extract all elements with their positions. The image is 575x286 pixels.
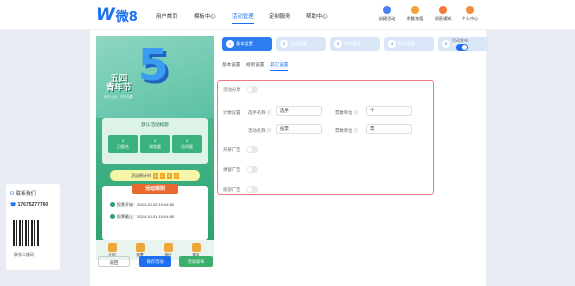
step-label: 基本设置 [236, 41, 253, 46]
signup-icon [191, 243, 201, 252]
step-signup[interactable]: 4 报名设置 [384, 37, 434, 51]
create-activity-button[interactable]: 创建活动 [374, 6, 400, 22]
countdown-minutes: 0 [167, 172, 172, 179]
preview-screen: 5 五四 青年节 永不止步，不负青春 默认活动标题 0 已报名 0 浏览量 0 访问量… [96, 36, 214, 240]
countdown-label: 活动倒计时 [131, 172, 151, 178]
festival-title: 五四 青年节 [106, 73, 132, 92]
activity-card: 默认活动标题 0 已报名 0 浏览量 0 访问量 [102, 118, 208, 164]
other-settings-highlight [217, 80, 434, 195]
festival-subtitle: 永不止步，不负青春 [104, 95, 133, 99]
notifications-label: 消息通知 [434, 16, 452, 21]
step-basic[interactable]: 1 基本设置 [222, 37, 272, 51]
phone-preview: 5 五四 青年节 永不止步，不负青春 默认活动标题 0 已报名 0 浏览量 0 访问量… [96, 36, 214, 272]
countdown-days: 0 [153, 172, 158, 179]
tab-rule-settings[interactable]: 规则设置 [246, 62, 264, 68]
vote-unit-label: 票数单位 ⓘ [335, 110, 359, 115]
user-icon [466, 6, 474, 14]
stat-views: 0 浏览量 [140, 135, 170, 153]
vote-end: 投票截止：2024-10-31 10:04:50 [110, 214, 174, 220]
countdown-pill: 活动倒计时 0 0 0 0 [110, 170, 200, 181]
bell-icon [439, 6, 447, 14]
brand-logo[interactable]: W 微8 [96, 5, 138, 25]
player-name-input[interactable]: 选手 [276, 106, 322, 116]
vote-end-text: 投票截止：2024-10-31 10:04:50 [117, 214, 175, 219]
user-center-button[interactable]: 个人中心 [457, 6, 483, 22]
contact-card: ☊ 联系我们 ☎ 17675277760 联系二维码 [6, 184, 60, 270]
contact-phone: ☎ 17675277760 [10, 202, 48, 208]
publish-toggle[interactable] [456, 44, 468, 51]
banner-number: 5 [138, 40, 169, 91]
trophy-icon [163, 243, 173, 252]
step-players[interactable]: 3 选手管理 [330, 37, 380, 51]
publish-activity-button[interactable]: 活动发布 [179, 256, 213, 267]
banner: 5 五四 青年节 永不止步，不负青春 [96, 36, 214, 118]
activity-share-label: 活动分享 [223, 87, 241, 92]
step-number: 4 [388, 40, 396, 48]
vote-unit-input[interactable]: 个 [366, 106, 412, 116]
create-activity-label: 创建活动 [378, 16, 396, 21]
vote-start-text: 投票开始：2024-10-20 10:04:50 [117, 202, 175, 207]
tab-basic-settings[interactable]: 基本设置 [222, 62, 240, 68]
clock-icon [110, 202, 115, 208]
step-number: 1 [226, 40, 234, 48]
ghost-icon [383, 6, 391, 14]
popup-ad-label: 弹窗广告 [223, 167, 241, 172]
step-label: 页面设置 [290, 41, 307, 46]
rules-title: 活动规则 [132, 184, 178, 194]
stat-visits: 0 访问量 [172, 135, 202, 153]
coin-icon [411, 6, 419, 14]
user-center-label: 个人中心 [461, 16, 479, 21]
recharge-label: 余额充值 [406, 16, 424, 21]
ticket-unit-input[interactable]: 票 [366, 124, 412, 134]
step-page[interactable]: 2 页面设置 [276, 37, 326, 51]
recharge-button[interactable]: 余额充值 [402, 6, 428, 22]
qr-label: 联系二维码 [14, 252, 34, 257]
activity-name-label: 活动名称 ⓘ [248, 128, 272, 133]
logo-text: 微8 [115, 9, 138, 25]
logo-mark: W [96, 5, 115, 25]
activity-name-input[interactable]: 投票 [276, 124, 322, 134]
splash-ad-label: 开屏广告 [223, 147, 241, 152]
bottom-ad-label: 底部广告 [223, 187, 241, 192]
countdown-hours: 0 [160, 172, 165, 179]
stat-label: 已报名 [117, 144, 129, 149]
notifications-button[interactable]: 消息通知 [430, 6, 456, 22]
rules-card: 活动规则 投票开始：2024-10-20 10:04:50 投票截止：2024-… [102, 184, 208, 240]
contact-phone-text: 17675277760 [17, 202, 49, 208]
count-settings-label: 计数设置 [223, 110, 241, 115]
top-header: W 微8 用户首页 模板中心 活动管理 定制服务 帮助中心 创建活动 余额充值 … [0, 0, 575, 30]
qr-code [13, 220, 39, 246]
activity-title: 默认活动标题 [141, 122, 169, 127]
step-number: 3 [334, 40, 342, 48]
clock-icon [110, 214, 115, 220]
nav-templates[interactable]: 模板中心 [194, 12, 216, 20]
nav-custom-service[interactable]: 定制服务 [269, 12, 291, 20]
tab-other-settings[interactable]: 其它设置 [270, 62, 289, 71]
splash-ad-toggle[interactable] [246, 146, 258, 153]
activity-share-toggle[interactable] [246, 86, 258, 93]
vote-icon [135, 243, 145, 252]
back-button[interactable]: 返回 [98, 256, 130, 267]
step-number: 5 [442, 40, 450, 48]
ticket-unit-label: 票数单位 ⓘ [335, 128, 359, 133]
stat-registered: 0 已报名 [108, 135, 138, 153]
save-activity-button[interactable]: 保存活动 [139, 256, 171, 267]
contact-title-text: 联系我们 [15, 191, 36, 197]
home-icon [107, 243, 117, 252]
popup-ad-toggle[interactable] [246, 166, 258, 173]
step-number: 2 [280, 40, 288, 48]
step-label: 选手管理 [344, 41, 361, 46]
nav-activity-management[interactable]: 活动管理 [232, 12, 254, 24]
vote-start: 投票开始：2024-10-20 10:04:50 [110, 202, 174, 208]
player-name-label: 选手名称 ⓘ [248, 110, 272, 115]
stat-label: 浏览量 [149, 144, 161, 149]
contact-title: ☊ 联系我们 [10, 190, 36, 197]
nav-help-center[interactable]: 帮助中心 [306, 12, 328, 20]
bottom-ad-toggle[interactable] [246, 186, 258, 193]
nav-user-home[interactable]: 用户首页 [156, 12, 178, 20]
step-label: 报名设置 [398, 41, 415, 46]
stat-label: 访问量 [181, 144, 193, 149]
countdown-seconds: 0 [174, 172, 179, 179]
phone-icon: ☎ [10, 202, 18, 208]
